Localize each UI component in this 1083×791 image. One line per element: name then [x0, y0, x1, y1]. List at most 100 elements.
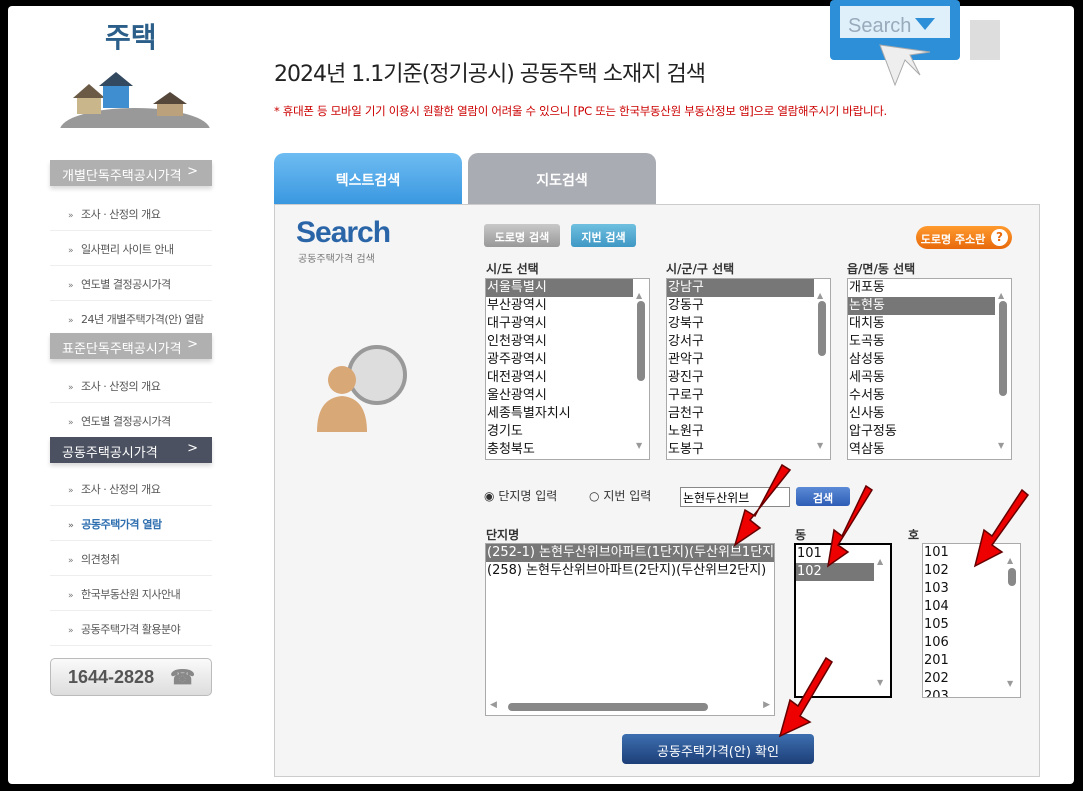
vertical-scrollbar[interactable]: ▲ ▼ — [874, 545, 890, 696]
jibun-search-button[interactable]: 지번 검색 — [571, 224, 636, 247]
list-option[interactable]: 구로구 — [667, 387, 814, 405]
list-option[interactable]: 105 — [923, 616, 1004, 634]
sidebar-item-label: 공동주택가격 활용분야 — [81, 623, 181, 636]
radio-complex-name[interactable]: ◉ 단지명 입력 — [484, 487, 557, 504]
list-option[interactable]: 삼성동 — [848, 351, 995, 369]
road-help-label: 도로명 주소란 — [920, 233, 986, 246]
road-address-help-button[interactable]: 도로명 주소란? — [916, 226, 1012, 249]
sidebar-item[interactable]: » 조사 · 산정의 개요 — [50, 368, 212, 403]
confirm-price-button[interactable]: 공동주택가격(안) 확인 — [622, 734, 814, 764]
sigungu-listbox[interactable]: 강남구 강동구 강북구 강서구 관악구 광진구 구로구 금천구 노원구 도봉구 ▲ ▼ — [666, 278, 831, 460]
tab-text-search[interactable]: 텍스트검색 — [274, 153, 462, 204]
bullet-icon: » — [68, 316, 74, 326]
bullet-icon: » — [68, 211, 74, 221]
list-option[interactable]: 대구광역시 — [486, 315, 633, 333]
phone-button[interactable]: 1644-2828 ☎ — [50, 658, 212, 696]
building-listbox[interactable]: 101 102 ▲ ▼ — [794, 543, 892, 698]
list-option[interactable]: 인천광역시 — [486, 333, 633, 351]
list-option[interactable]: 경기도 — [486, 423, 633, 441]
sidebar-section-header[interactable]: 표준단독주택공시가격 > — [50, 333, 212, 359]
list-option[interactable]: 도곡동 — [848, 333, 995, 351]
list-option[interactable]: 104 — [923, 598, 1004, 616]
unit-label: 호 — [908, 528, 920, 542]
sidebar-item-label: 일사편리 사이트 안내 — [81, 243, 174, 256]
sido-label: 시/도 선택 — [486, 262, 539, 276]
bullet-icon: » — [68, 246, 74, 256]
list-option[interactable]: 103 — [923, 580, 1004, 598]
road-name-search-button[interactable]: 도로명 검색 — [484, 224, 560, 247]
sidebar-item[interactable]: » 공동주택가격 활용분야 — [50, 611, 212, 646]
bullet-icon: » — [68, 521, 74, 531]
list-option[interactable]: 울산광역시 — [486, 387, 633, 405]
sidebar-item-label: 연도별 결정공시가격 — [81, 278, 171, 291]
list-option[interactable]: 논현동 — [848, 297, 995, 315]
list-option[interactable]: 압구정동 — [848, 423, 995, 441]
sidebar-item[interactable]: » 의견청취 — [50, 541, 212, 576]
sidebar-item[interactable]: » 조사 · 산정의 개요 — [50, 471, 212, 506]
vertical-scrollbar[interactable]: ▲ ▼ — [995, 279, 1011, 459]
houses-illustration — [60, 72, 210, 128]
bullet-icon: » — [68, 626, 74, 636]
list-option[interactable]: 202 — [923, 670, 1004, 688]
sigungu-label: 시/군/구 선택 — [666, 262, 735, 276]
list-option[interactable]: 106 — [923, 634, 1004, 652]
list-option[interactable]: (252-1) 논현두산위브아파트(1단지)(두산위브1단지) — [486, 544, 774, 562]
complex-horizontal-scrollbar[interactable]: ◀ ▶ — [486, 699, 774, 715]
chevron-right-icon: > — [187, 164, 198, 179]
list-option[interactable]: 강북구 — [667, 315, 814, 333]
complex-listbox[interactable]: (252-1) 논현두산위브아파트(1단지)(두산위브1단지) (258) 논현두… — [485, 543, 775, 716]
complex-search-button[interactable]: 검색 — [796, 487, 850, 506]
sidebar-section-header[interactable]: 개별단독주택공시가격 > — [50, 160, 212, 186]
sidebar-item[interactable]: » 24년 개별주택가격(안) 열람 — [50, 301, 212, 336]
list-option[interactable]: 광주광역시 — [486, 351, 633, 369]
sidebar-item[interactable]: » 한국부동산원 지사안내 — [50, 576, 212, 611]
list-option[interactable]: 201 — [923, 652, 1004, 670]
list-option[interactable]: 금천구 — [667, 405, 814, 423]
list-option[interactable]: 세종특별자치시 — [486, 405, 633, 423]
sidebar-item-label: 의견청취 — [81, 553, 120, 566]
sido-listbox[interactable]: 서울특별시 부산광역시 대구광역시 인천광역시 광주광역시 대전광역시 울산광역시 세종특별자… — [485, 278, 650, 460]
sidebar-item[interactable]: » 연도별 결정공시가격 — [50, 403, 212, 438]
radio-jibun[interactable]: ○ 지번 입력 — [589, 487, 651, 504]
list-option[interactable]: 부산광역시 — [486, 297, 633, 315]
list-option[interactable]: 수서동 — [848, 387, 995, 405]
list-option[interactable]: 세곡동 — [848, 369, 995, 387]
list-option[interactable]: 관악구 — [667, 351, 814, 369]
vertical-scrollbar[interactable]: ▲ ▼ — [814, 279, 830, 459]
sidebar-item-label: 조사 · 산정의 개요 — [81, 208, 161, 221]
sidebar-item-label: 조사 · 산정의 개요 — [81, 380, 161, 393]
list-option[interactable]: 노원구 — [667, 423, 814, 441]
list-option[interactable]: 개포동 — [848, 279, 995, 297]
vertical-scrollbar[interactable]: ▲ ▼ — [1004, 544, 1020, 697]
sidebar-item[interactable]: » 조사 · 산정의 개요 — [50, 196, 212, 231]
sidebar-item[interactable]: » 연도별 결정공시가격 — [50, 266, 212, 301]
search-logo: Search — [296, 216, 391, 249]
dong-area-listbox[interactable]: 개포동 논현동 대치동 도곡동 삼성동 세곡동 수서동 신사동 압구정동 역삼동 ▲ ▼ — [847, 278, 1012, 460]
list-option[interactable]: 강서구 — [667, 333, 814, 351]
list-option[interactable]: 102 — [923, 562, 1004, 580]
list-option[interactable]: 101 — [796, 545, 874, 563]
list-option[interactable]: 신사동 — [848, 405, 995, 423]
sidebar-section-label: 공동주택공시가격 — [62, 446, 158, 461]
sidebar-item[interactable]: » 공동주택가격 열람 — [50, 506, 212, 541]
list-option[interactable]: (258) 논현두산위브아파트(2단지)(두산위브2단지) — [486, 562, 774, 580]
list-option[interactable]: 서울특별시 — [486, 279, 633, 297]
sidebar-item[interactable]: » 일사편리 사이트 안내 — [50, 231, 212, 266]
tab-map-search[interactable]: 지도검색 — [468, 153, 656, 204]
list-option[interactable]: 102 — [796, 563, 874, 581]
list-option[interactable]: 대치동 — [848, 315, 995, 333]
list-option[interactable]: 역삼동 — [848, 441, 995, 459]
sidebar-section-header[interactable]: 공동주택공시가격 > — [50, 437, 212, 463]
list-option[interactable]: 도봉구 — [667, 441, 814, 459]
unit-listbox[interactable]: 101102103104105106201202203204▲▼ — [922, 543, 1021, 698]
question-icon: ? — [991, 229, 1008, 246]
list-option[interactable]: 강동구 — [667, 297, 814, 315]
list-option[interactable]: 강남구 — [667, 279, 814, 297]
list-option[interactable]: 광진구 — [667, 369, 814, 387]
list-option[interactable]: 충청북도 — [486, 441, 633, 459]
list-option[interactable]: 대전광역시 — [486, 369, 633, 387]
list-option[interactable]: 101 — [923, 544, 1004, 562]
complex-search-input[interactable] — [680, 487, 790, 507]
list-option[interactable]: 203 — [923, 688, 1004, 697]
vertical-scrollbar[interactable]: ▲ ▼ — [633, 279, 649, 459]
